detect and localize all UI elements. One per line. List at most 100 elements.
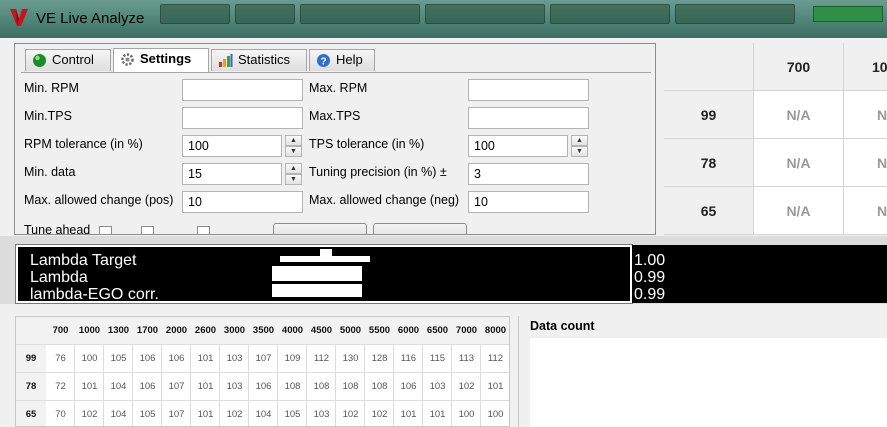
table-cell[interactable]: 100 bbox=[452, 401, 481, 426]
spin-down-icon[interactable]: ▼ bbox=[571, 146, 588, 157]
min-tps-input[interactable] bbox=[182, 107, 303, 129]
option-checkbox[interactable] bbox=[197, 226, 210, 234]
spin-up-icon[interactable]: ▲ bbox=[285, 135, 302, 146]
tuning-precision-label: Tuning precision (in %) ± bbox=[309, 165, 447, 179]
rpm-tolerance-stepper[interactable]: ▲ ▼ bbox=[285, 135, 302, 157]
table-cell[interactable]: 101 bbox=[394, 401, 423, 426]
rpm-column-header: 3500 bbox=[249, 317, 278, 345]
table-cell[interactable]: 101 bbox=[191, 373, 220, 401]
tps-row-header: 65 bbox=[664, 187, 754, 235]
table-cell[interactable]: 106 bbox=[162, 345, 191, 373]
tab-control[interactable]: Control bbox=[25, 49, 111, 71]
table-cell[interactable]: 101 bbox=[191, 401, 220, 426]
gear-icon bbox=[121, 53, 134, 66]
table-cell[interactable]: 116 bbox=[394, 345, 423, 373]
table-cell[interactable]: 108 bbox=[307, 373, 336, 401]
rpm-column-header: 4000 bbox=[278, 317, 307, 345]
table-cell[interactable]: 101 bbox=[481, 373, 509, 401]
table-cell[interactable]: 104 bbox=[104, 401, 133, 426]
table-cell[interactable]: N/A bbox=[754, 187, 844, 235]
table-cell[interactable]: 102 bbox=[336, 401, 365, 426]
spin-down-icon[interactable]: ▼ bbox=[285, 146, 302, 157]
option-checkbox[interactable] bbox=[141, 226, 154, 234]
min-rpm-input[interactable] bbox=[182, 79, 303, 101]
table-cell[interactable]: 102 bbox=[75, 401, 104, 426]
table-cell[interactable]: N bbox=[844, 187, 887, 235]
table-cell[interactable]: 101 bbox=[75, 373, 104, 401]
max-rpm-input[interactable] bbox=[468, 79, 589, 101]
table-cell[interactable]: 106 bbox=[394, 373, 423, 401]
table-cell[interactable]: 107 bbox=[249, 345, 278, 373]
gauge-values: 1.00 0.99 0.99 bbox=[632, 245, 887, 303]
table-cell[interactable]: 106 bbox=[133, 345, 162, 373]
table-cell[interactable]: N/A bbox=[754, 139, 844, 187]
lambda-ego-corr-label: lambda-EGO corr. bbox=[30, 286, 159, 303]
tune-ahead-label: Tune ahead bbox=[24, 223, 91, 235]
spin-down-icon[interactable]: ▼ bbox=[285, 174, 302, 185]
table-cell[interactable]: 76 bbox=[46, 345, 75, 373]
table-cell[interactable]: 102 bbox=[365, 401, 394, 426]
table-cell[interactable]: 103 bbox=[220, 373, 249, 401]
table-cell[interactable]: 107 bbox=[162, 373, 191, 401]
rpm-column-header: 1700 bbox=[133, 317, 162, 345]
table-cell[interactable]: 104 bbox=[104, 373, 133, 401]
tps-tolerance-stepper[interactable]: ▲ ▼ bbox=[571, 135, 588, 157]
table-cell[interactable]: N bbox=[844, 91, 887, 139]
table-cell[interactable]: 103 bbox=[307, 401, 336, 426]
table-cell[interactable]: 72 bbox=[46, 373, 75, 401]
table-cell[interactable]: 108 bbox=[278, 373, 307, 401]
rpm-column-header: 10 bbox=[844, 43, 887, 91]
min-data-stepper[interactable]: ▲ ▼ bbox=[285, 163, 302, 185]
table-cell[interactable]: 113 bbox=[452, 345, 481, 373]
background-toolbar-strip bbox=[300, 4, 420, 24]
spin-up-icon[interactable]: ▲ bbox=[571, 135, 588, 146]
table-cell[interactable]: 101 bbox=[423, 401, 452, 426]
table-cell[interactable]: 130 bbox=[336, 345, 365, 373]
table-cell[interactable]: N/A bbox=[754, 91, 844, 139]
table-cell[interactable]: 107 bbox=[162, 401, 191, 426]
table-cell[interactable]: 102 bbox=[452, 373, 481, 401]
rpm-column-header: 6000 bbox=[394, 317, 423, 345]
max-change-pos-input[interactable]: 10 bbox=[182, 191, 303, 213]
table-cell[interactable]: 128 bbox=[365, 345, 394, 373]
tuning-precision-input[interactable]: 3 bbox=[468, 163, 589, 185]
table-cell[interactable]: 100 bbox=[75, 345, 104, 373]
table-cell[interactable]: 106 bbox=[249, 373, 278, 401]
action-button[interactable] bbox=[373, 223, 467, 234]
table-cell[interactable]: 103 bbox=[423, 373, 452, 401]
table-cell[interactable]: 103 bbox=[220, 345, 249, 373]
table-cell[interactable]: N bbox=[844, 139, 887, 187]
rpm-column-header: 7000 bbox=[452, 317, 481, 345]
table-cell[interactable]: 101 bbox=[191, 345, 220, 373]
table-cell[interactable]: 115 bbox=[423, 345, 452, 373]
table-cell[interactable]: 106 bbox=[133, 373, 162, 401]
table-cell[interactable]: 109 bbox=[278, 345, 307, 373]
tab-settings[interactable]: Settings bbox=[113, 48, 209, 72]
tune-ahead-checkbox[interactable] bbox=[99, 226, 112, 234]
max-tps-input[interactable] bbox=[468, 107, 589, 129]
max-change-neg-input[interactable]: 10 bbox=[468, 191, 589, 213]
lambda-target-marker bbox=[320, 249, 332, 257]
table-cell[interactable]: 105 bbox=[104, 345, 133, 373]
lambda-bar bbox=[272, 266, 362, 281]
min-data-input[interactable]: 15 bbox=[182, 163, 282, 185]
table-cell[interactable]: 70 bbox=[46, 401, 75, 426]
table-cell[interactable]: 102 bbox=[220, 401, 249, 426]
tab-help[interactable]: ? Help bbox=[309, 49, 375, 71]
table-cell[interactable]: 108 bbox=[365, 373, 394, 401]
tps-tolerance-input[interactable]: 100 bbox=[468, 135, 568, 157]
table-cell[interactable]: 105 bbox=[133, 401, 162, 426]
lambda-ego-corr-value: 0.99 bbox=[634, 286, 666, 303]
table-cell[interactable]: 104 bbox=[249, 401, 278, 426]
tps-row-header: 78 bbox=[16, 373, 46, 401]
table-cell[interactable]: 112 bbox=[481, 345, 509, 373]
svg-text:?: ? bbox=[320, 57, 326, 68]
action-button[interactable] bbox=[273, 223, 367, 234]
table-cell[interactable]: 100 bbox=[481, 401, 509, 426]
table-cell[interactable]: 112 bbox=[307, 345, 336, 373]
rpm-tolerance-input[interactable]: 100 bbox=[182, 135, 282, 157]
table-cell[interactable]: 105 bbox=[278, 401, 307, 426]
spin-up-icon[interactable]: ▲ bbox=[285, 163, 302, 174]
table-cell[interactable]: 108 bbox=[336, 373, 365, 401]
tab-statistics[interactable]: Statistics bbox=[211, 49, 307, 71]
